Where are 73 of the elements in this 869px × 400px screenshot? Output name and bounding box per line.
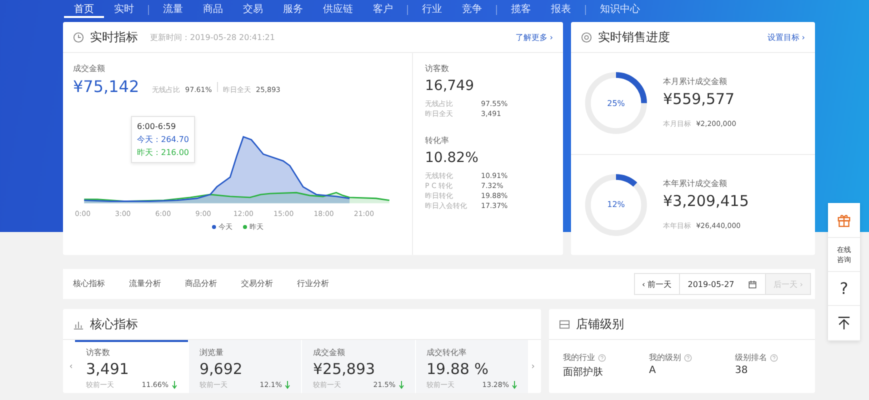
learn-more-link[interactable]: 了解更多 › bbox=[515, 32, 553, 42]
tab[interactable]: 核心指标 bbox=[73, 270, 105, 298]
nav-item[interactable]: 流量 bbox=[153, 2, 193, 18]
field-value: A bbox=[649, 365, 657, 376]
progress-ring bbox=[583, 172, 649, 238]
metric-label: 本年累计成交金额 bbox=[663, 178, 728, 189]
set-target-link[interactable]: 设置目标 › bbox=[767, 32, 805, 42]
field-label: 我的级别 bbox=[649, 352, 681, 363]
metric-value: 10.82% bbox=[425, 150, 480, 166]
card-title: 核心指标 bbox=[90, 316, 138, 332]
down-arrow-icon bbox=[285, 381, 290, 389]
tab[interactable]: 交易分析 bbox=[241, 270, 273, 298]
card-title: 实时指标 bbox=[90, 28, 138, 46]
help-icon[interactable] bbox=[684, 354, 692, 362]
progress-percent: 25% bbox=[607, 98, 625, 108]
date-value: 2019-05-27 bbox=[688, 280, 734, 288]
tab[interactable]: 行业分析 bbox=[297, 270, 329, 298]
progress-percent: 12% bbox=[607, 200, 625, 210]
tooltip-value: 今天：264.70 bbox=[137, 134, 189, 146]
nav-item[interactable]: 报表 bbox=[541, 2, 581, 18]
metric-label: 浏览量 bbox=[200, 347, 224, 358]
clock-icon bbox=[73, 32, 84, 42]
help-icon[interactable] bbox=[770, 354, 778, 362]
metric-label: 成交金额 bbox=[73, 63, 106, 74]
nav-item[interactable]: 供应链 bbox=[313, 2, 363, 18]
tooltip-time: 6:00-6:59 bbox=[137, 121, 177, 133]
nav-item[interactable]: 首页 bbox=[64, 2, 104, 18]
nav-item[interactable]: 揽客 bbox=[501, 2, 541, 18]
nav-item[interactable]: 交易 bbox=[233, 2, 273, 18]
back-to-top-button[interactable] bbox=[828, 306, 860, 341]
metric-label: 访客数 bbox=[86, 347, 111, 358]
metric-value: 9,692 bbox=[200, 360, 244, 378]
progress-ring bbox=[583, 70, 649, 136]
help-icon[interactable] bbox=[598, 354, 606, 362]
down-arrow-icon bbox=[172, 381, 176, 389]
metric-value: 19.88 % bbox=[426, 360, 490, 378]
nav-item[interactable]: 行业 bbox=[412, 2, 452, 18]
side-tool-button[interactable]: ? bbox=[828, 272, 860, 306]
nav-item[interactable]: 竞争 bbox=[452, 2, 492, 18]
amount-value: ¥75,142 bbox=[73, 77, 140, 96]
store-icon bbox=[559, 318, 570, 330]
calendar-icon bbox=[748, 280, 758, 288]
metric-value: ¥559,577 bbox=[663, 90, 736, 108]
gift-button[interactable] bbox=[828, 203, 860, 238]
field-value: 面部护肤 bbox=[563, 366, 604, 379]
gift-icon bbox=[836, 212, 852, 228]
metric-label: 成交金额 bbox=[313, 347, 346, 358]
tab[interactable]: 流量分析 bbox=[129, 270, 161, 298]
metric-value: ¥25,893 bbox=[313, 360, 376, 378]
tab[interactable]: 商品分析 bbox=[185, 270, 217, 298]
metric-label: 成交转化率 bbox=[426, 347, 468, 358]
down-arrow-icon bbox=[512, 381, 517, 389]
card-title: 实时销售进度 bbox=[598, 28, 670, 46]
field-label: 级别排名 bbox=[735, 352, 767, 363]
metric-label: 本月累计成交金额 bbox=[663, 76, 728, 88]
tooltip-value: 昨天：216.00 bbox=[137, 147, 189, 159]
card-title: 店铺级别 bbox=[576, 316, 624, 332]
nav-item[interactable]: 实时 bbox=[104, 2, 144, 18]
metric-value: ¥3,209,415 bbox=[663, 192, 749, 210]
metric-label: 访客数 bbox=[425, 63, 450, 74]
nav-item[interactable]: 服务 bbox=[273, 2, 313, 18]
nav-item[interactable]: 客户 bbox=[363, 2, 403, 18]
field-value: 38 bbox=[735, 365, 749, 376]
update-time: 更新时间：2019-05-28 20:41:21 bbox=[150, 32, 275, 42]
nav-item[interactable]: 知识中心 bbox=[590, 2, 650, 18]
nav-item[interactable]: 商品 bbox=[193, 2, 233, 18]
metric-label: 转化率 bbox=[425, 135, 450, 146]
back-to-top-icon bbox=[836, 315, 852, 331]
metric-value: 3,491 bbox=[86, 360, 130, 378]
field-label: 我的行业 bbox=[563, 352, 595, 363]
metric-value: 16,749 bbox=[425, 78, 475, 94]
target-icon bbox=[581, 32, 592, 42]
down-arrow-icon bbox=[398, 381, 404, 389]
